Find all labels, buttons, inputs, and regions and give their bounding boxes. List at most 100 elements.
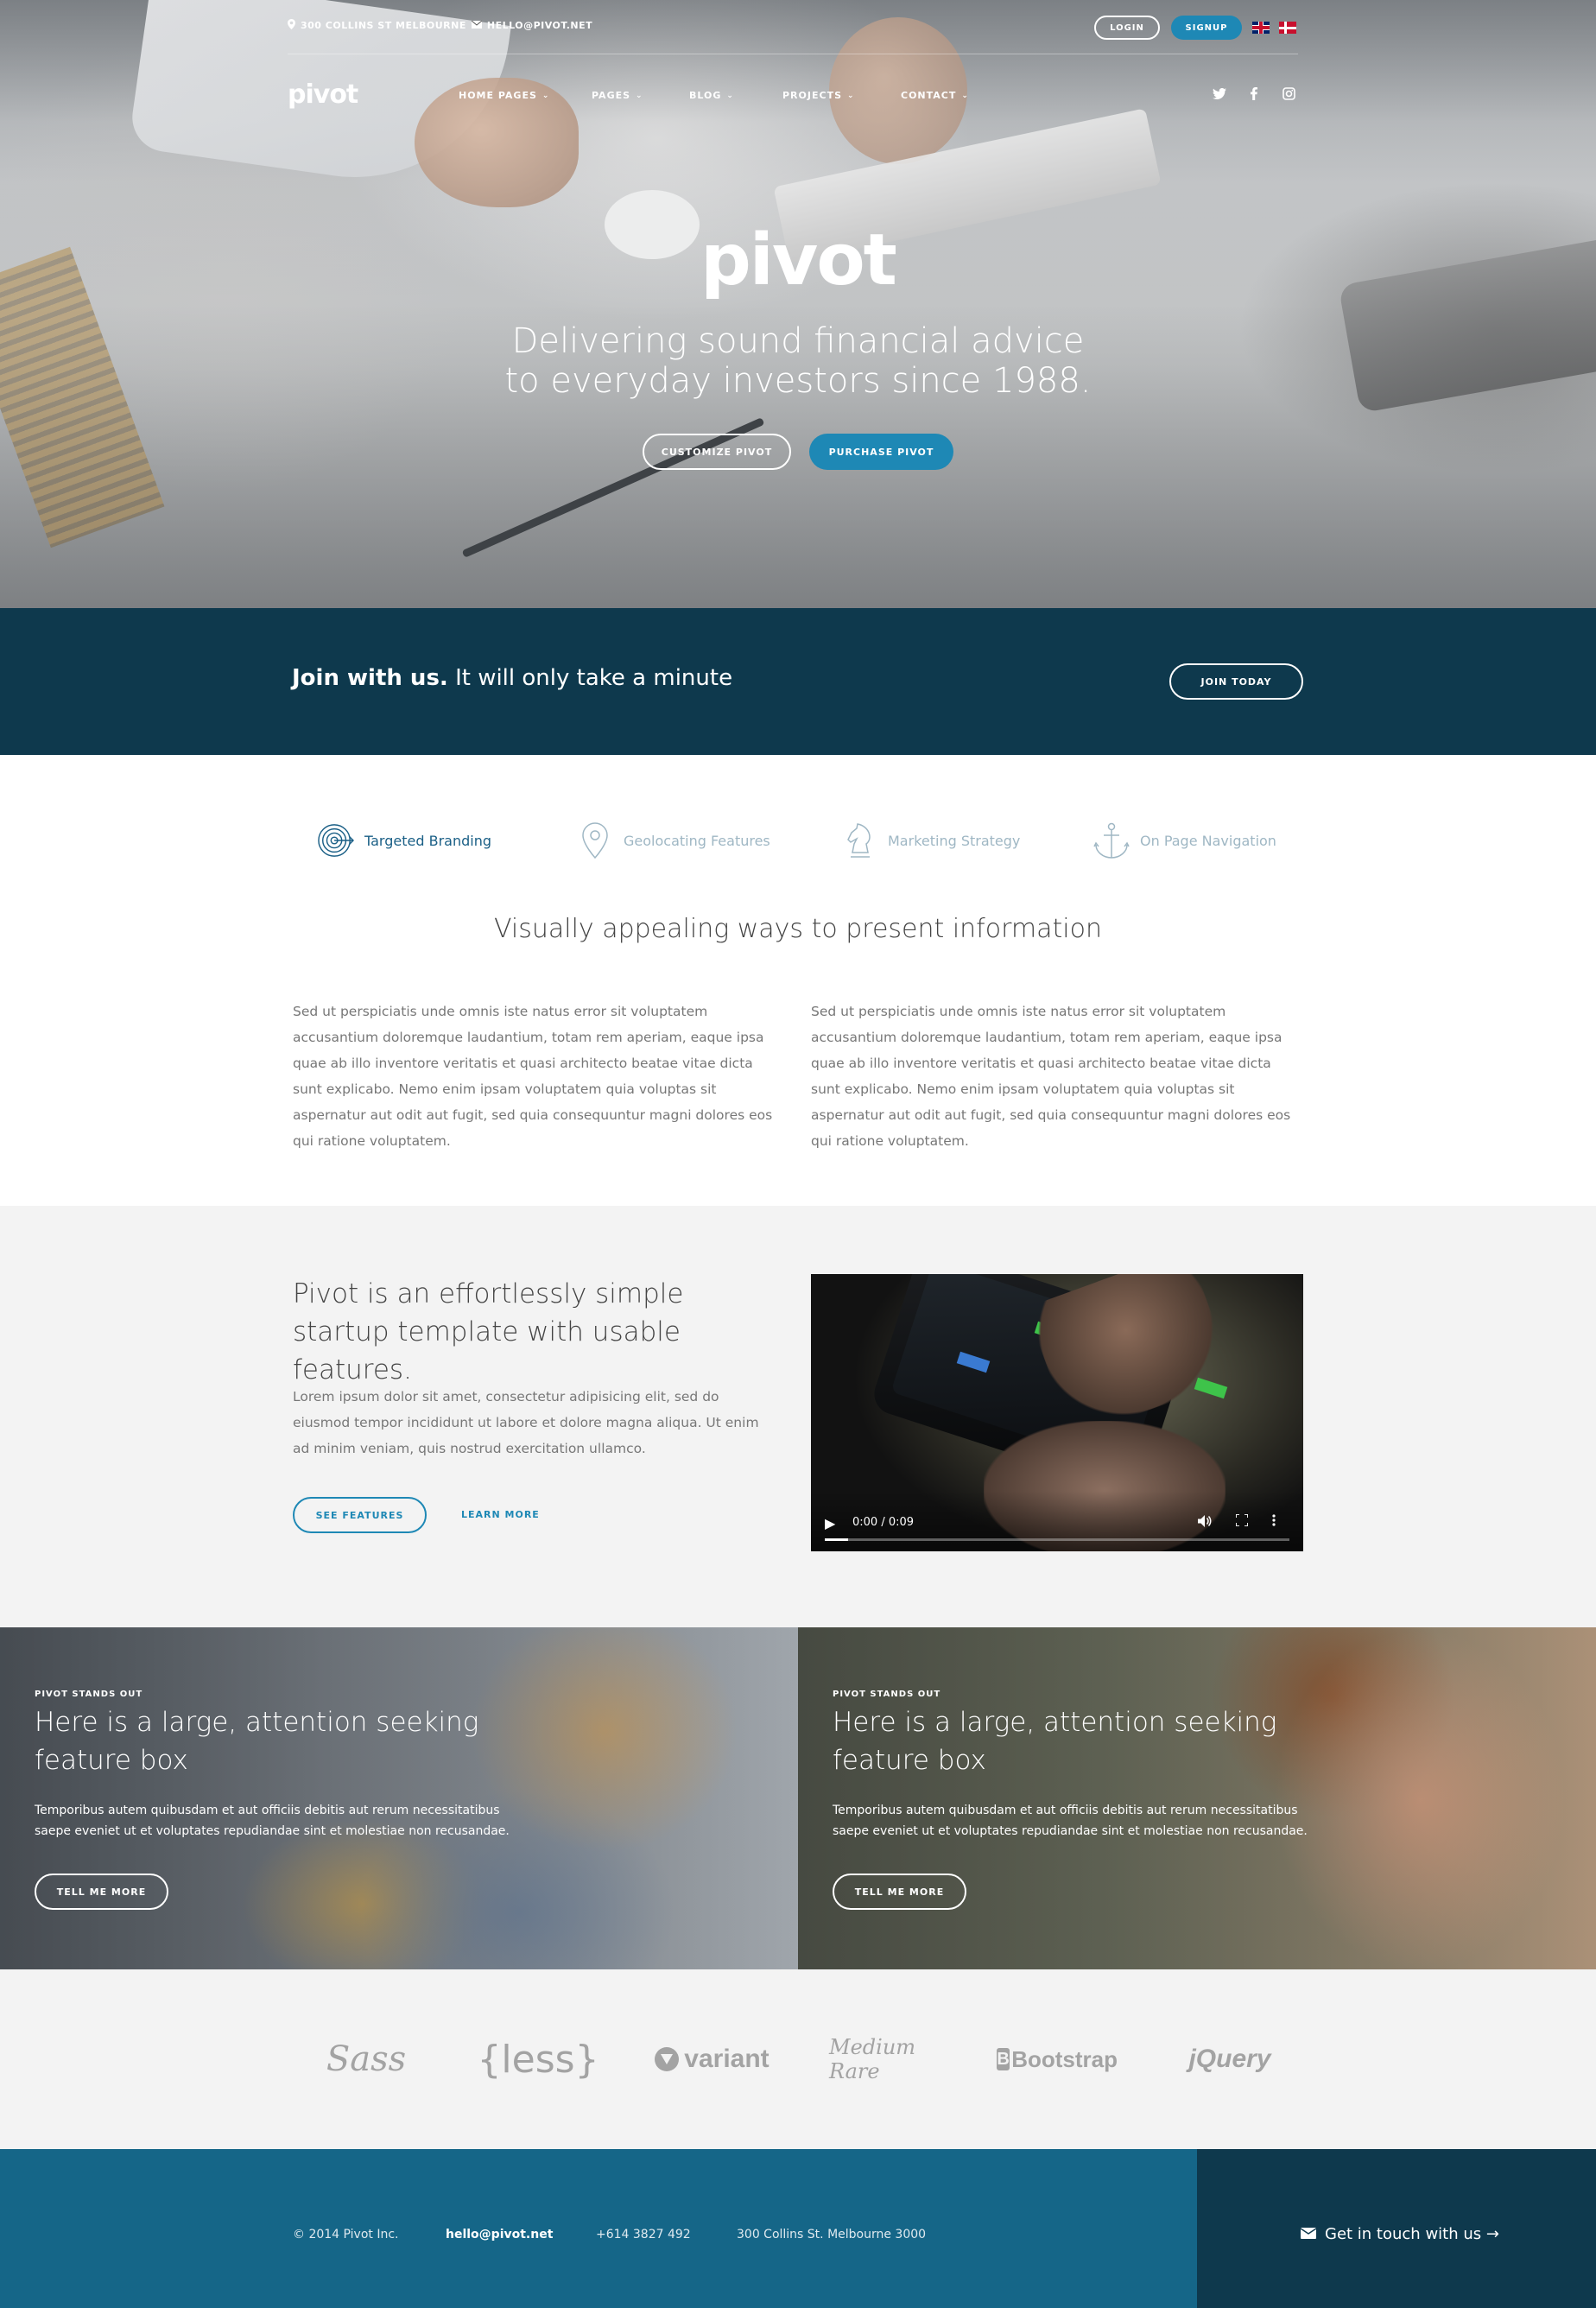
bootstrap-logo: B Bootstrap [997,2035,1118,2083]
feature-paragraph-right: Sed ut perspiciatis unde omnis iste natu… [811,1004,1291,1149]
join-today-button[interactable]: JOIN TODAY [1169,663,1303,700]
denmark-flag-icon[interactable] [1279,22,1296,34]
email-link[interactable]: HELLO@PIVOT.NET [487,20,592,31]
top-bar: 300 COLLINS ST MELBOURNE HELLO@PIVOT.NET… [288,16,1298,40]
feature-tabs: Targeted Branding Geolocating Features M… [0,819,1596,862]
variant-logo-text: variant [684,2045,770,2073]
join-text-rest: It will only take a minute [455,665,733,691]
hero-title: pivot [700,219,897,301]
feature-box-overlay [798,1627,1596,1969]
video-progress-fill [825,1538,848,1541]
get-in-touch-text: Get in touch with us → [1325,2225,1499,2243]
bootstrap-mark-icon: B [997,2048,1010,2070]
join-text: Join with us. It will only take a minute [292,665,732,691]
envelope-icon [1300,2225,1317,2243]
bootstrap-logo-text: Bootstrap [1011,2045,1118,2072]
tab-label: Targeted Branding [364,832,491,849]
volume-icon[interactable] [1198,1515,1212,1531]
anchor-icon [1093,822,1130,859]
chess-knight-icon [841,822,877,859]
feature-box-kicker: PIVOT STANDS OUT [833,1690,941,1699]
video-player[interactable]: ▶ 0:00 / 0:09 [811,1274,1303,1551]
nav-item-label: PROJECTS [782,90,842,101]
fullscreen-icon[interactable] [1235,1513,1249,1530]
instagram-icon[interactable] [1280,85,1297,102]
tab-on-page-navigation[interactable]: On Page Navigation [1093,819,1276,862]
nav-item-label: BLOG [689,90,722,101]
nav-item-home-pages[interactable]: HOME PAGES ⌄ [459,90,549,101]
tell-me-more-button[interactable]: TELL ME MORE [35,1874,168,1910]
footer-phone: +614 3827 492 [596,2228,691,2241]
feature-box-left: PIVOT STANDS OUT Here is a large, attent… [0,1627,798,1969]
feature-box-title: Here is a large, attention seeking featu… [833,1707,1277,1776]
customize-pivot-button[interactable]: CUSTOMIZE PIVOT [643,434,791,470]
hero-section: 300 COLLINS ST MELBOURNE HELLO@PIVOT.NET… [0,0,1596,608]
jquery-logo: jQuery [1188,2045,1271,2073]
envelope-icon [471,20,483,31]
feature-box-overlay [0,1627,798,1969]
footer-copyright: © 2014 Pivot Inc. [293,2228,399,2241]
twitter-icon[interactable] [1211,85,1228,102]
uk-flag-icon[interactable] [1252,22,1270,34]
play-icon[interactable]: ▶ [825,1515,835,1531]
tab-geolocating-features[interactable]: Geolocating Features [577,819,770,862]
nav-item-label: PAGES [592,90,631,101]
section-title: Visually appealing ways to present infor… [494,914,1102,944]
login-button[interactable]: LOGIN [1094,16,1160,40]
feature-paragraph-left: Sed ut perspiciatis unde omnis iste natu… [293,1004,773,1149]
tab-label: On Page Navigation [1140,832,1276,849]
logo[interactable]: pivot [288,79,358,110]
feature-box-paragraph: Temporibus autem quibusdam et aut offici… [833,1804,1308,1838]
partner-logos: Sass {less} variant Medium Rare B Bootst… [0,1969,1596,2149]
chevron-down-icon: ⌄ [726,91,734,100]
chevron-down-icon: ⌄ [847,91,855,100]
video-progress-track[interactable] [825,1538,1289,1541]
map-pin-icon [288,19,295,32]
startup-paragraph: Lorem ipsum dolor sit amet, consectetur … [293,1389,759,1456]
feature-box-title: Here is a large, attention seeking featu… [35,1707,479,1776]
address-text: 300 COLLINS ST MELBOURNE [301,20,466,31]
map-pin-icon [577,822,613,859]
startup-section: Pivot is an effortlessly simple startup … [0,1206,1596,1627]
chevron-down-icon: ⌄ [542,91,550,100]
main-nav: pivot HOME PAGES ⌄ PAGES ⌄ BLOG ⌄ PROJECTS ⌄… [288,79,1298,114]
learn-more-link[interactable]: LEARN MORE [461,1509,540,1520]
startup-title: Pivot is an effortlessly simple startup … [293,1278,684,1385]
less-logo: {less} [477,2037,599,2082]
nav-item-contact[interactable]: CONTACT ⌄ [901,90,969,101]
variant-logo: variant [649,2035,775,2083]
tab-targeted-branding[interactable]: Targeted Branding [318,819,491,862]
join-text-bold: Join with us. [292,665,448,691]
tab-marketing-strategy[interactable]: Marketing Strategy [841,819,1020,862]
more-options-icon[interactable] [1272,1514,1276,1530]
contact-info: 300 COLLINS ST MELBOURNE HELLO@PIVOT.NET [288,19,592,32]
footer-address: 300 Collins St. Melbourne 3000 [737,2228,927,2241]
nav-item-blog[interactable]: BLOG ⌄ [689,90,734,101]
tab-label: Marketing Strategy [888,832,1021,849]
video-time: 0:00 / 0:09 [852,1516,915,1529]
get-in-touch-link[interactable]: Get in touch with us → [1300,2225,1499,2243]
see-features-button[interactable]: SEE FEATURES [293,1497,427,1533]
hero-subtitle-line-1: Delivering sound financial advice [511,321,1085,361]
feature-box-right: PIVOT STANDS OUT Here is a large, attent… [798,1627,1596,1969]
hero-subtitle-line-2: to everyday investors since 1988. [504,361,1092,401]
purchase-pivot-button[interactable]: PURCHASE PIVOT [809,434,953,470]
feature-box-kicker: PIVOT STANDS OUT [35,1690,143,1699]
facebook-icon[interactable] [1245,85,1263,102]
sass-logo: Sass [326,2039,407,2079]
variant-mark-icon [655,2047,680,2071]
feature-box-paragraph: Temporibus autem quibusdam et aut offici… [35,1804,510,1838]
hero-subtitle: Delivering sound financial advice to eve… [0,321,1596,401]
tell-me-more-button[interactable]: TELL ME MORE [833,1874,966,1910]
medium-rare-logo: Medium Rare [829,2035,916,2083]
nav-item-label: CONTACT [901,90,957,101]
chevron-down-icon: ⌄ [961,91,969,100]
footer-email-link[interactable]: hello@pivot.net [446,2228,553,2241]
nav-item-projects[interactable]: PROJECTS ⌄ [782,90,855,101]
chevron-down-icon: ⌄ [636,91,643,100]
footer-contact-panel[interactable]: Get in touch with us → [1197,2149,1596,2308]
signup-button[interactable]: SIGNUP [1171,16,1242,40]
join-section: Join with us. It will only take a minute… [0,608,1596,755]
nav-item-pages[interactable]: PAGES ⌄ [592,90,643,101]
tab-label: Geolocating Features [624,832,770,849]
